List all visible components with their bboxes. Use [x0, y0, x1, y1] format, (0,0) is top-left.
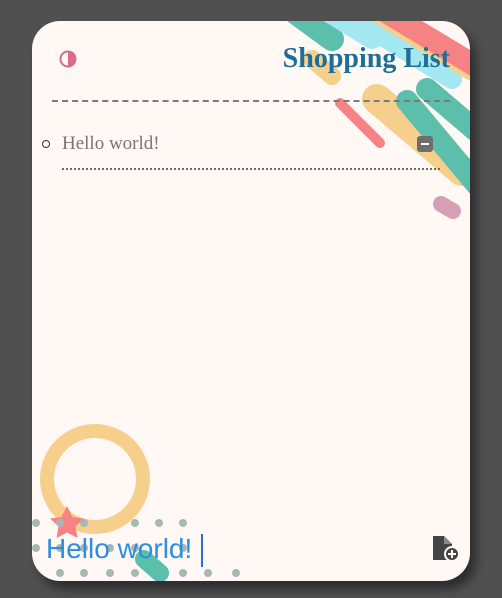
bullet-icon [42, 140, 50, 148]
list-item-divider [62, 168, 440, 170]
page-title: Shopping List [282, 43, 450, 74]
list-item: Hello world! [32, 127, 470, 171]
list-item-text: Hello world! [62, 133, 160, 154]
decorative-stripes [287, 21, 470, 219]
add-item-button[interactable] [431, 535, 461, 563]
theme-toggle-icon[interactable] [59, 50, 77, 68]
shopping-list-card: Shopping List Hello world! [32, 21, 470, 581]
decorative-ring-star [32, 424, 240, 581]
remove-item-button[interactable] [417, 136, 433, 152]
text-cursor [201, 534, 203, 567]
new-item-input[interactable] [46, 529, 376, 569]
shopping-list: Hello world! [32, 127, 470, 171]
title-divider [52, 100, 450, 102]
